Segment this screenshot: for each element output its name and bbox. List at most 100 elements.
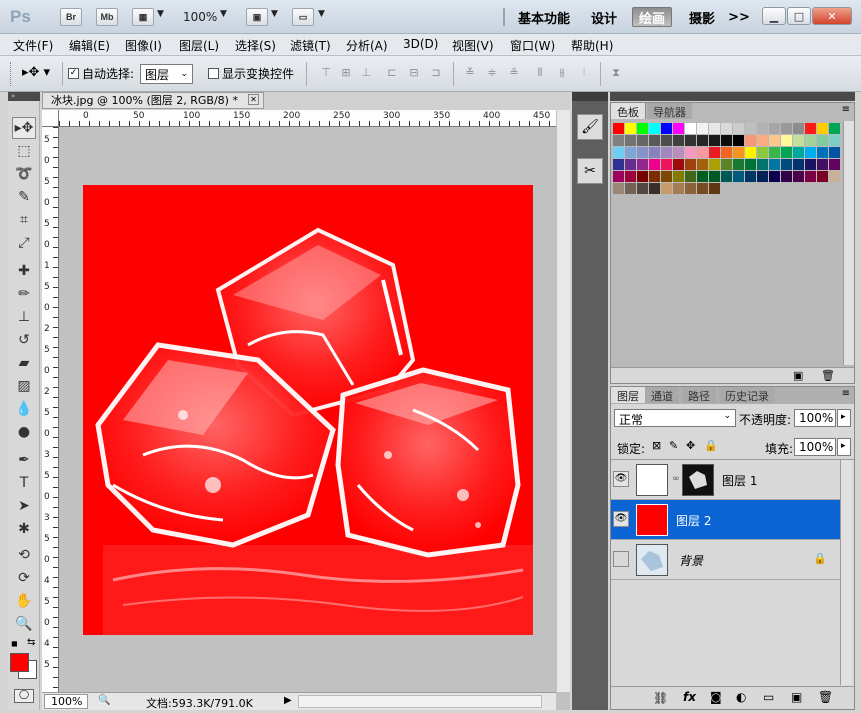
document-canvas[interactable] [83, 185, 533, 635]
crop-tool-icon[interactable]: ⌗ [12, 209, 36, 231]
color-swatch[interactable] [625, 171, 636, 182]
color-swatch[interactable] [637, 159, 648, 170]
type-tool-icon[interactable]: T [12, 472, 36, 494]
align-left-icon[interactable]: ⊏ [384, 66, 400, 80]
align-vertical-center-icon[interactable]: ⊞ [338, 66, 354, 80]
visibility-eye-icon[interactable]: 👁 [613, 471, 629, 487]
color-swatch[interactable] [829, 123, 840, 134]
color-swatch[interactable] [625, 135, 636, 146]
color-swatch[interactable] [685, 183, 696, 194]
tab-swatches[interactable]: 色板 [611, 103, 646, 119]
close-button[interactable]: ✕ [812, 7, 852, 25]
color-swatch[interactable] [685, 159, 696, 170]
panel-menu-icon[interactable]: ≡ [842, 388, 850, 399]
color-swatch[interactable] [709, 183, 720, 194]
color-swatch[interactable] [613, 183, 624, 194]
color-swatch[interactable] [613, 147, 624, 158]
strip-grip[interactable] [572, 92, 608, 101]
marquee-tool-icon[interactable]: ⬚ [12, 140, 36, 162]
workspace-painting[interactable]: 绘画 [632, 7, 672, 27]
color-swatch[interactable] [721, 171, 732, 182]
tab-navigator[interactable]: 导航器 [647, 103, 692, 119]
adjustment-layer-icon[interactable]: ◐ [736, 690, 746, 704]
color-swatch[interactable] [817, 171, 828, 182]
show-transform-option[interactable]: 显示变换控件 [208, 65, 294, 82]
visibility-eye-icon[interactable]: 👁 [613, 511, 629, 527]
layer-row-background[interactable]: 背景 🔒 [611, 540, 840, 580]
delete-layer-icon[interactable]: 🗑 [818, 690, 833, 704]
layer-row-layer-1[interactable]: 👁 ∞ 图层 1 [611, 460, 840, 500]
zoom-tool-icon[interactable]: 🔍 [12, 613, 36, 635]
color-swatch[interactable] [685, 135, 696, 146]
color-swatch[interactable] [757, 171, 768, 182]
new-group-icon[interactable]: ▭ [763, 690, 774, 704]
mini-bridge-button[interactable]: Mb [96, 8, 118, 26]
swatches-scrollbar[interactable] [843, 121, 854, 365]
clone-source-icon[interactable]: ✂ [577, 158, 603, 184]
eraser-tool-icon[interactable]: ▰ [12, 352, 36, 374]
history-brush-tool-icon[interactable]: ↺ [12, 329, 36, 351]
auto-select-checkbox[interactable]: ✓ [68, 68, 79, 79]
brush-tool-icon[interactable]: ✏ [12, 283, 36, 305]
color-swatch[interactable] [781, 171, 792, 182]
color-swatch[interactable] [781, 135, 792, 146]
color-swatch[interactable] [685, 171, 696, 182]
link-layers-icon[interactable]: ⛓ [653, 691, 668, 705]
color-swatch[interactable] [769, 135, 780, 146]
color-swatch[interactable] [829, 147, 840, 158]
close-document-icon[interactable]: ✕ [248, 94, 259, 105]
color-swatch[interactable] [793, 135, 804, 146]
color-swatch[interactable] [757, 147, 768, 158]
color-swatch[interactable] [649, 159, 660, 170]
mask-link-icon[interactable]: ∞ [672, 474, 680, 484]
screen-mode-button[interactable]: ▭ [292, 8, 314, 26]
color-swatch[interactable] [697, 123, 708, 134]
layer-style-icon[interactable]: fx [683, 690, 696, 704]
align-horizontal-center-icon[interactable]: ⊟ [406, 66, 422, 80]
color-swatch[interactable] [661, 183, 672, 194]
move-tool-icon[interactable]: ▸✥ [12, 117, 36, 139]
color-swatch[interactable] [685, 147, 696, 158]
color-swatch[interactable] [649, 171, 660, 182]
menu-view[interactable]: 视图(V) [452, 37, 494, 54]
color-swatch[interactable] [805, 147, 816, 158]
tab-history[interactable]: 历史记录 [719, 387, 775, 403]
color-swatch[interactable] [661, 147, 672, 158]
workspace-essentials[interactable]: 基本功能 [514, 7, 574, 27]
color-swatch[interactable] [697, 135, 708, 146]
color-swatch[interactable] [721, 135, 732, 146]
path-selection-tool-icon[interactable]: ➤ [12, 495, 36, 517]
color-swatch[interactable] [637, 147, 648, 158]
color-swatch[interactable] [721, 123, 732, 134]
color-swatch[interactable] [757, 123, 768, 134]
layer-row-layer-2[interactable]: 👁 图层 2 [611, 500, 840, 540]
more-workspaces-button[interactable]: >> [728, 7, 750, 27]
color-swatch[interactable] [745, 135, 756, 146]
color-swatch[interactable] [625, 183, 636, 194]
color-swatch[interactable] [709, 147, 720, 158]
status-menu-arrow-icon[interactable]: ▶ [284, 695, 292, 706]
new-swatch-icon[interactable]: ▣ [793, 369, 803, 382]
color-swatch[interactable] [613, 159, 624, 170]
color-swatch[interactable] [697, 147, 708, 158]
layers-scrollbar[interactable] [840, 460, 852, 685]
3d-rotate-tool-icon[interactable]: ⟲ [12, 544, 36, 566]
color-swatch[interactable] [649, 183, 660, 194]
ruler-origin[interactable] [42, 110, 59, 127]
color-swatch[interactable] [709, 171, 720, 182]
lock-transparency-icon[interactable]: ⊠ [652, 439, 661, 452]
color-swatch[interactable] [817, 147, 828, 158]
color-swatch[interactable] [745, 171, 756, 182]
foreground-color-swatch[interactable] [10, 653, 29, 672]
layer-mask-thumbnail[interactable] [682, 464, 714, 496]
color-swatch[interactable] [637, 171, 648, 182]
toolbox-collapse-icon[interactable]: » [8, 92, 40, 101]
shape-tool-icon[interactable]: ✱ [12, 518, 36, 540]
opacity-input[interactable]: 100% [794, 409, 836, 427]
color-swatch[interactable] [793, 159, 804, 170]
maximize-button[interactable]: □ [787, 7, 811, 25]
blend-mode-dropdown[interactable]: 正常 ⌄ [614, 409, 736, 427]
align-top-icon[interactable]: ⊤ [318, 66, 334, 80]
color-swatch[interactable] [613, 171, 624, 182]
color-swatch[interactable] [829, 159, 840, 170]
